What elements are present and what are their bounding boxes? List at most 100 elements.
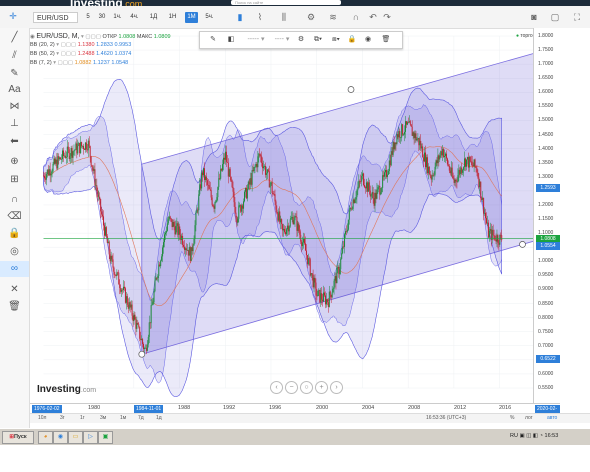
candle-body <box>76 143 78 154</box>
brush-icon[interactable]: ✎ <box>0 66 29 82</box>
hide-drawing-icon[interactable]: ◉ <box>362 32 374 48</box>
period-1m[interactable]: 1М <box>185 12 198 23</box>
lock-drawing-icon[interactable]: 🔒 <box>346 32 358 48</box>
period-1d[interactable]: 1Д <box>147 12 160 23</box>
tools-icon[interactable]: ✕ <box>0 282 29 298</box>
indicators-icon[interactable]: ≋ <box>326 11 340 24</box>
range-3m[interactable]: 3м <box>100 414 106 423</box>
range-1y[interactable]: 1г <box>80 414 85 423</box>
magnet-icon[interactable]: ∩ <box>0 192 29 208</box>
scroll-right-icon[interactable]: › <box>330 381 343 394</box>
candle-body <box>499 234 501 245</box>
period-5h[interactable]: 5ч. <box>203 12 216 23</box>
tray-icons[interactable]: ▣ ◫ ◧ ◔ <box>519 433 543 439</box>
candle-body <box>335 276 337 284</box>
candle-body <box>110 256 112 262</box>
candles-icon[interactable]: ⫼ <box>277 11 291 24</box>
percent-toggle[interactable]: % <box>510 414 514 423</box>
range-1d[interactable]: 1д <box>156 414 162 423</box>
arrow-left-icon[interactable]: ⬅ <box>0 134 29 150</box>
candle-body <box>201 172 203 189</box>
candle-body <box>309 259 311 276</box>
legend-bb3-row[interactable]: BB (7, 2) ▾ ▢▢▢ 1.0882 1.1237 1.0548 <box>30 59 171 68</box>
candle-body <box>131 304 133 316</box>
clone-icon[interactable]: ⧈▾ <box>328 32 344 48</box>
range-7d[interactable]: 7д <box>138 414 144 423</box>
zoom-in-icon[interactable]: + <box>315 381 328 394</box>
range-3y[interactable]: 3г <box>60 414 65 423</box>
candle-body <box>81 142 83 147</box>
line-style-icon[interactable]: ----- ▾ <box>244 32 268 48</box>
lock-icon[interactable]: 🔒 <box>0 226 29 242</box>
compare-icon[interactable]: ∩ <box>349 11 363 24</box>
auto-toggle[interactable]: авто <box>547 414 557 423</box>
candle-body <box>203 168 205 176</box>
trendline-icon[interactable]: ╱ <box>0 30 29 46</box>
candle-body <box>434 166 436 175</box>
redo-icon[interactable]: ↷ <box>380 11 394 24</box>
text-tool-icon[interactable]: Aa <box>0 82 29 98</box>
range-1m[interactable]: 1м <box>120 414 126 423</box>
drawing-settings-icon[interactable]: ⚙ <box>294 32 308 48</box>
zoom-out-icon[interactable]: − <box>285 381 298 394</box>
fill-color-icon[interactable]: ◧ <box>224 32 238 48</box>
window-app-icon[interactable]: ▣ <box>98 431 113 444</box>
eraser-icon[interactable]: ⌫ <box>0 209 29 225</box>
bar-chart-icon[interactable]: ▮ <box>233 11 247 24</box>
fib-icon[interactable]: ⊥ <box>0 116 29 132</box>
period-1h[interactable]: 1ч. <box>111 12 124 23</box>
candle-body <box>231 180 233 188</box>
measure-icon[interactable]: ⊞ <box>0 172 29 188</box>
range-10y[interactable]: 10л <box>38 414 46 423</box>
period-30[interactable]: 30 <box>96 12 108 23</box>
pen-icon[interactable]: ✎ <box>206 32 220 48</box>
candle-body <box>406 122 408 125</box>
trash-icon[interactable]: 🗑 <box>0 299 29 315</box>
candle-body <box>371 192 373 195</box>
legend-bb2-row[interactable]: BB (50, 2) ▾ ▢▢▢ 1.2488 1.4620 1.0374 <box>30 50 171 59</box>
browser-app-icon[interactable]: ◕ <box>38 431 53 444</box>
candle-body <box>388 160 390 172</box>
link-icon[interactable]: ∞ <box>0 261 29 277</box>
layout-icon[interactable]: ▢ <box>548 11 562 24</box>
legend-bb1-row[interactable]: BB (20, 2) ▾ ▢▢▢ 1.1380 1.2833 0.9953 <box>30 41 171 50</box>
zoom-icon[interactable]: ⊕ <box>0 154 29 170</box>
media-app-icon[interactable]: ▷ <box>83 431 98 444</box>
line-width-icon[interactable]: ---- ▾ <box>270 32 294 48</box>
start-button[interactable]: ⊞Пуск <box>2 431 34 444</box>
candle-body <box>307 258 309 265</box>
explorer-app-icon[interactable]: ◉ <box>53 431 68 444</box>
camera-icon[interactable]: ◙ <box>527 11 541 24</box>
period-1w[interactable]: 1Н <box>166 12 179 23</box>
settings-icon[interactable]: ⚙ <box>304 11 318 24</box>
folder-app-icon[interactable]: ▭ <box>68 431 83 444</box>
pattern-icon[interactable]: ⋈ <box>0 99 29 115</box>
layers-icon[interactable]: ⧉▾ <box>310 32 326 48</box>
language-indicator[interactable]: RU <box>510 433 518 439</box>
candle-body <box>264 165 266 175</box>
price-axis[interactable]: 1.8000 1.7500 1.7000 1.6500 1.6000 1.5500 1.50… <box>533 28 590 403</box>
fullscreen-icon[interactable]: ⛶ <box>570 11 584 24</box>
period-5[interactable]: 5 <box>83 12 93 23</box>
log-toggle[interactable]: лог <box>525 414 533 423</box>
delete-drawing-icon[interactable]: 🗑 <box>380 32 392 48</box>
candle-body <box>378 186 380 188</box>
undo-icon[interactable]: ↶ <box>366 11 380 24</box>
candle-body <box>321 293 323 300</box>
search-input[interactable]: Поиск на сайте <box>231 0 341 5</box>
line-chart-icon[interactable]: ⌇ <box>253 11 267 24</box>
price-chart[interactable] <box>30 28 560 403</box>
candle-body <box>184 248 186 250</box>
candle-body <box>169 216 171 219</box>
start-label: Пуск <box>13 434 27 440</box>
eye-icon[interactable]: ◎ <box>0 244 29 260</box>
symbol-input[interactable]: EUR/USD <box>33 12 78 23</box>
channel-icon[interactable]: ⫽ <box>0 48 29 64</box>
candle-body <box>149 322 151 324</box>
period-4h[interactable]: 4ч. <box>128 12 141 23</box>
candle-body <box>442 148 444 156</box>
crosshair-icon[interactable]: ✛ <box>6 10 20 23</box>
candle-body <box>487 222 489 238</box>
scroll-left-icon[interactable]: ‹ <box>270 381 283 394</box>
reset-zoom-icon[interactable]: ○ <box>300 381 313 394</box>
